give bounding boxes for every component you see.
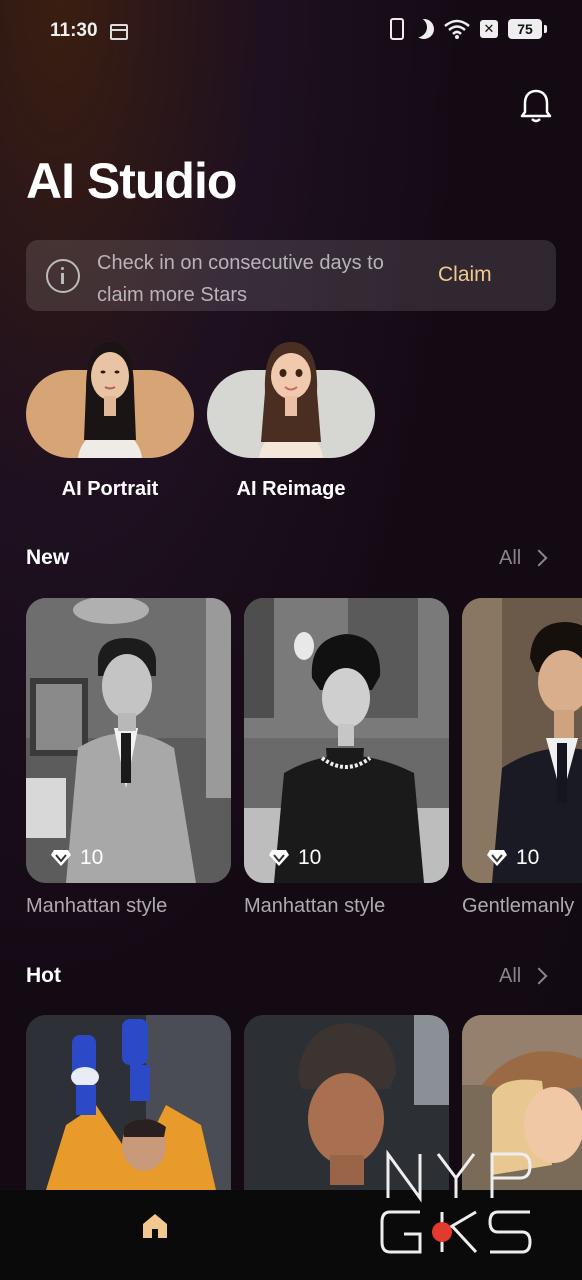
ai-reimage-button[interactable] bbox=[207, 342, 375, 458]
new-card-1[interactable]: 10 bbox=[26, 598, 231, 883]
diamond-icon bbox=[487, 850, 507, 866]
info-icon bbox=[46, 259, 80, 293]
card-stars: 10 bbox=[268, 846, 321, 870]
dnd-moon-icon bbox=[411, 16, 437, 42]
diamond-icon bbox=[51, 850, 71, 866]
nyp-geeks-watermark-logo bbox=[380, 1150, 532, 1254]
hot-all-link[interactable]: All bbox=[499, 965, 521, 988]
card-title: Gentlemanly bbox=[462, 895, 575, 917]
status-bar: 11:30 ✕ 75 bbox=[0, 18, 582, 48]
hot-section-title: Hot bbox=[26, 964, 61, 987]
home-icon[interactable] bbox=[141, 1212, 169, 1240]
new-card-2[interactable]: 10 bbox=[244, 598, 449, 883]
bell-icon[interactable] bbox=[519, 88, 553, 124]
card-title: Manhattan style bbox=[244, 895, 386, 917]
card-stars: 10 bbox=[486, 846, 539, 870]
screen: 11:30 ✕ 75 AI Studio Check in on consecu… bbox=[0, 0, 582, 1280]
claim-button[interactable]: Claim bbox=[438, 263, 492, 287]
no-sim-icon: ✕ bbox=[480, 20, 498, 38]
status-icons: ✕ 75 bbox=[390, 16, 547, 42]
card-stars: 10 bbox=[50, 846, 103, 870]
portrait-avatar-image bbox=[78, 342, 142, 458]
banner-text: Check in on consecutive days to claim mo… bbox=[97, 252, 384, 306]
card-title: Manhattan style bbox=[26, 895, 168, 917]
ai-portrait-label[interactable]: AI Portrait bbox=[26, 478, 194, 501]
reimage-avatar-image bbox=[259, 342, 323, 458]
new-card-3[interactable]: 10 bbox=[462, 598, 582, 883]
check-in-banner[interactable]: Check in on consecutive days to claim mo… bbox=[26, 240, 556, 311]
card-image bbox=[244, 598, 449, 883]
battery-icon: 75 bbox=[508, 19, 547, 39]
status-time: 11:30 bbox=[50, 20, 98, 41]
calendar-icon bbox=[110, 24, 128, 40]
chevron-right-icon[interactable] bbox=[530, 549, 548, 567]
stars-count: 10 bbox=[298, 846, 322, 869]
stars-count: 10 bbox=[516, 846, 540, 869]
wifi-icon bbox=[444, 19, 470, 39]
card-image bbox=[462, 598, 582, 883]
chevron-right-icon[interactable] bbox=[530, 967, 548, 985]
card-image bbox=[26, 598, 231, 883]
new-all-link[interactable]: All bbox=[499, 547, 521, 570]
diamond-icon bbox=[269, 850, 289, 866]
ai-reimage-label[interactable]: AI Reimage bbox=[207, 478, 375, 501]
page-title: AI Studio bbox=[26, 153, 237, 209]
vibrate-icon bbox=[390, 18, 404, 40]
new-section-title: New bbox=[26, 546, 70, 569]
ai-portrait-button[interactable] bbox=[26, 342, 194, 458]
stars-count: 10 bbox=[80, 846, 104, 869]
